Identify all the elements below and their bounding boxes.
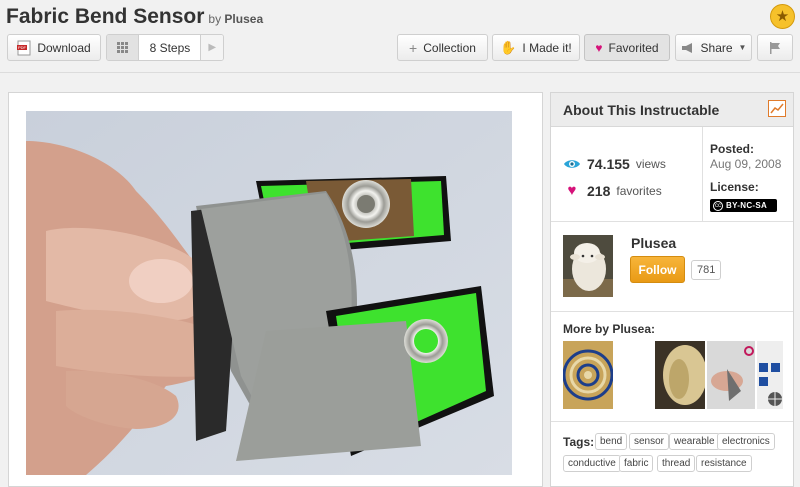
related-project-thumbnail[interactable] <box>655 341 705 409</box>
license-badge-text: BY-NC-SA <box>726 201 768 210</box>
caret-down-icon: ▼ <box>738 43 747 52</box>
fabric-bend-sensor-photo[interactable] <box>26 111 512 475</box>
patch-star-icon[interactable]: ★ <box>770 4 795 29</box>
posted-date: Aug 09, 2008 <box>710 157 782 171</box>
flag-icon <box>770 41 780 54</box>
author-byline: by Plusea <box>208 12 264 26</box>
author-name[interactable]: Plusea <box>631 235 676 251</box>
tag-chip[interactable]: bend <box>595 433 628 450</box>
share-label: Share <box>700 40 733 55</box>
eye-icon <box>564 160 580 168</box>
favorites-label: favorites <box>616 183 662 198</box>
about-heading: About This Instructable <box>563 102 720 118</box>
license-label: License: <box>710 180 759 194</box>
divider <box>551 421 793 422</box>
favorited-label: Favorited <box>608 40 659 55</box>
tag-chip[interactable]: fabric <box>619 455 654 472</box>
megaphone-icon <box>681 42 692 53</box>
steps-button[interactable]: 8 Steps <box>139 35 200 60</box>
next-step-arrow-icon[interactable]: ▶ <box>200 35 223 60</box>
related-project-thumbnail[interactable] <box>707 341 755 409</box>
follow-button[interactable]: Follow <box>630 256 685 283</box>
related-project-thumbnail[interactable] <box>563 341 613 409</box>
favorites-stat: ♥ 218 favorites <box>563 182 662 199</box>
creative-commons-icon: cc <box>713 200 723 211</box>
divider <box>551 221 793 222</box>
grid-view-button[interactable] <box>107 35 140 60</box>
about-sidebar: About This Instructable 74.155 views ♥ 2… <box>550 92 794 487</box>
posted-label: Posted: <box>710 142 755 156</box>
tag-chip[interactable]: sensor <box>629 433 670 450</box>
header-divider <box>0 72 800 73</box>
download-button[interactable]: PDF Download <box>7 34 101 61</box>
plus-icon: + <box>409 39 418 56</box>
favorited-button[interactable]: ♥ Favorited <box>584 34 670 61</box>
tag-chip[interactable]: resistance <box>696 455 752 472</box>
author-link[interactable]: Plusea <box>224 12 263 26</box>
share-button[interactable]: Share ▼ <box>675 34 752 61</box>
related-project-thumbnail[interactable] <box>757 341 783 409</box>
page-title: Fabric Bend Sensor by Plusea <box>6 5 263 29</box>
i-made-it-button[interactable]: ✋ I Made it! <box>492 34 580 61</box>
download-label: Download <box>37 40 91 55</box>
collection-button[interactable]: + Collection <box>397 34 488 61</box>
steps-navigation: 8 Steps ▶ <box>106 34 224 61</box>
author-avatar[interactable] <box>563 235 613 297</box>
instructable-title: Fabric Bend Sensor <box>6 5 205 28</box>
tag-chip[interactable]: conductive <box>563 455 621 472</box>
favorites-count: 218 <box>587 182 611 199</box>
divider <box>551 311 793 312</box>
about-header: About This Instructable <box>551 93 793 127</box>
heart-icon: ♥ <box>595 40 603 55</box>
stats-divider <box>702 127 703 221</box>
more-by-heading: More by Plusea: <box>563 322 656 336</box>
grid-icon <box>117 42 129 53</box>
collection-label: Collection <box>423 40 476 55</box>
heart-icon: ♥ <box>567 182 577 199</box>
hand-icon: ✋ <box>500 39 517 55</box>
svg-text:PDF: PDF <box>18 45 27 50</box>
tags-heading: Tags: <box>563 435 595 449</box>
tag-chip[interactable]: electronics <box>717 433 775 450</box>
views-count: 74.155 <box>587 156 630 172</box>
stats-chart-icon[interactable] <box>768 100 786 117</box>
views-label: views <box>635 157 666 171</box>
tag-chip[interactable]: wearable <box>669 433 720 450</box>
views-stat: 74.155 views <box>563 156 666 172</box>
pdf-icon: PDF <box>17 40 31 55</box>
i-made-it-label: I Made it! <box>522 40 572 55</box>
license-badge[interactable]: cc BY-NC-SA <box>710 199 777 212</box>
flag-button[interactable] <box>757 34 793 61</box>
tag-chip[interactable]: thread <box>657 455 696 472</box>
follower-count: 781 <box>691 260 722 280</box>
